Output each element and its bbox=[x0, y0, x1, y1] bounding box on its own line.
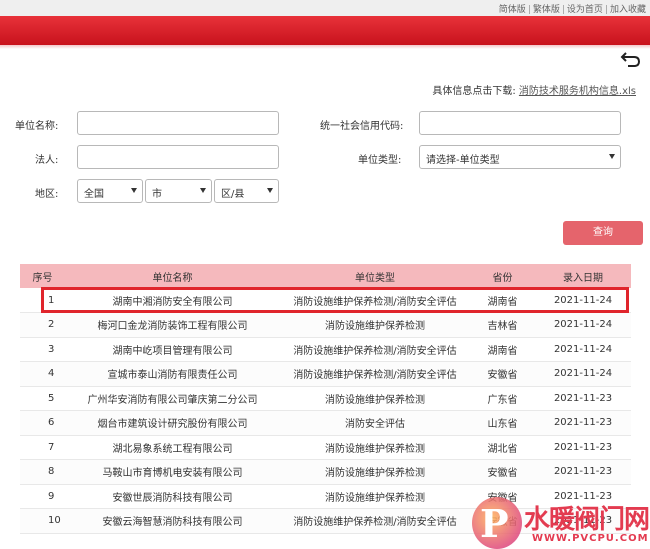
cell-date: 2021-11-24 bbox=[535, 361, 631, 387]
cell-unit-type: 消防设施维护保养检测 bbox=[280, 386, 470, 411]
header-province: 省份 bbox=[470, 264, 535, 288]
set-homepage-link[interactable]: 设为首页 bbox=[567, 5, 603, 15]
header-banner bbox=[0, 16, 650, 45]
header-date: 录入日期 bbox=[535, 264, 631, 288]
download-label: 具体信息点击下载: bbox=[432, 86, 516, 97]
table-row[interactable]: 5 广州华安消防有限公司肇庆第二分公司 消防设施维护保养检测 广东省 2021-11-2… bbox=[20, 386, 631, 411]
unit-type-select[interactable]: 请选择-单位类型 bbox=[419, 145, 621, 169]
chevron-down-icon bbox=[267, 188, 273, 193]
cell-unit-name: 宣城市泰山消防有限责任公司 bbox=[65, 361, 280, 387]
table-row[interactable]: 6 烟台市建筑设计研究股份有限公司 消防安全评估 山东省 2021-11-23 bbox=[20, 410, 631, 436]
cell-date: 2021-11-23 bbox=[535, 459, 631, 485]
table-row[interactable]: 2 梅河口金龙消防装饰工程有限公司 消防设施维护保养检测 吉林省 2021-11-24 bbox=[20, 312, 631, 338]
cell-unit-name: 湖南中屹项目管理有限公司 bbox=[65, 337, 280, 362]
unit-name-label: 单位名称: bbox=[15, 121, 59, 132]
cell-date: 2021-11-23 bbox=[535, 386, 631, 411]
cell-unit-type: 消防设施维护保养检测 bbox=[280, 459, 470, 485]
cell-unit-name: 马鞍山市育博机电安装有限公司 bbox=[65, 459, 280, 485]
cell-unit-name: 广州华安消防有限公司肇庆第二分公司 bbox=[65, 386, 280, 411]
header-unit-type: 单位类型 bbox=[280, 264, 470, 288]
cell-unit-name: 梅河口金龙消防装饰工程有限公司 bbox=[65, 312, 280, 338]
add-favorite-link[interactable]: 加入收藏 bbox=[610, 5, 646, 15]
cell-unit-type: 消防设施维护保养检测/消防安全评估 bbox=[280, 361, 470, 387]
header-shadow bbox=[0, 45, 650, 49]
region-district-select[interactable]: 区/县 bbox=[214, 179, 279, 203]
unit-type-value: 请选择-单位类型 bbox=[426, 155, 500, 166]
region-city-select[interactable]: 市 bbox=[145, 179, 212, 203]
watermark-url: WWW.PVCPU.COM bbox=[532, 533, 649, 544]
traditional-link[interactable]: 繁体版 bbox=[533, 5, 560, 15]
cell-seq: 7 bbox=[20, 435, 65, 460]
cell-unit-type: 消防设施维护保养检测 bbox=[280, 435, 470, 460]
query-button[interactable]: 查询 bbox=[563, 221, 643, 245]
cell-province: 吉林省 bbox=[470, 312, 535, 338]
table-row[interactable]: 8 马鞍山市育博机电安装有限公司 消防设施维护保养检测 安徽省 2021-11-23 bbox=[20, 459, 631, 485]
cell-seq: 5 bbox=[20, 386, 65, 411]
cell-unit-type: 消防设施维护保养检测 bbox=[280, 312, 470, 338]
cell-date: 2021-11-24 bbox=[535, 337, 631, 362]
top-links: 简体版 | 繁体版 | 设为首页 | 加入收藏 bbox=[498, 5, 646, 15]
region-country-select[interactable]: 全国 bbox=[77, 179, 143, 203]
region-city-value: 市 bbox=[152, 189, 162, 200]
top-bar: 简体版 | 繁体版 | 设为首页 | 加入收藏 bbox=[0, 0, 650, 16]
simplified-link[interactable]: 简体版 bbox=[499, 5, 526, 15]
cell-seq: 9 bbox=[20, 484, 65, 509]
header-seq: 序号 bbox=[20, 264, 65, 288]
table-row[interactable]: 3 湖南中屹项目管理有限公司 消防设施维护保养检测/消防安全评估 湖南省 2021-11… bbox=[20, 337, 631, 362]
cell-date: 2021-11-24 bbox=[535, 312, 631, 338]
chevron-down-icon bbox=[131, 188, 137, 193]
cell-province: 安徽省 bbox=[470, 459, 535, 485]
cell-unit-name: 安徽云海智慧消防科技有限公司 bbox=[65, 508, 280, 534]
cell-unit-name: 烟台市建筑设计研究股份有限公司 bbox=[65, 410, 280, 436]
cell-province: 安徽省 bbox=[470, 361, 535, 387]
table-row[interactable]: 4 宣城市泰山消防有限责任公司 消防设施维护保养检测/消防安全评估 安徽省 2021-1… bbox=[20, 361, 631, 387]
cell-province: 湖南省 bbox=[470, 337, 535, 362]
region-label: 地区: bbox=[35, 189, 59, 200]
back-arrow-icon[interactable] bbox=[620, 50, 642, 68]
watermark-logo-letter: P bbox=[480, 501, 509, 546]
chevron-down-icon bbox=[609, 154, 615, 159]
cell-seq: 2 bbox=[20, 312, 65, 338]
cell-unit-name: 安徽世辰消防科技有限公司 bbox=[65, 484, 280, 509]
unit-type-label: 单位类型: bbox=[358, 155, 402, 166]
highlight-box bbox=[41, 287, 629, 313]
legal-person-label: 法人: bbox=[35, 155, 59, 166]
cell-seq: 4 bbox=[20, 361, 65, 387]
cell-unit-name: 湖北易象系统工程有限公司 bbox=[65, 435, 280, 460]
cell-seq: 10 bbox=[20, 508, 65, 534]
watermark: P 水暖阀门网 WWW.PVCPU.COM bbox=[440, 497, 650, 549]
cell-seq: 6 bbox=[20, 410, 65, 436]
cell-unit-type: 消防设施维护保养检测/消防安全评估 bbox=[280, 337, 470, 362]
table-row[interactable]: 7 湖北易象系统工程有限公司 消防设施维护保养检测 湖北省 2021-11-23 bbox=[20, 435, 631, 460]
cell-unit-type: 消防安全评估 bbox=[280, 410, 470, 436]
cell-date: 2021-11-23 bbox=[535, 435, 631, 460]
download-link[interactable]: 消防技术服务机构信息.xls bbox=[519, 86, 636, 97]
credit-code-label: 统一社会信用代码: bbox=[320, 121, 404, 132]
cell-province: 广东省 bbox=[470, 386, 535, 411]
header-unit-name: 单位名称 bbox=[65, 264, 280, 288]
cell-seq: 3 bbox=[20, 337, 65, 362]
unit-name-input[interactable] bbox=[77, 111, 279, 135]
cell-province: 山东省 bbox=[470, 410, 535, 436]
cell-date: 2021-11-23 bbox=[535, 410, 631, 436]
credit-code-input[interactable] bbox=[419, 111, 621, 135]
legal-person-input[interactable] bbox=[77, 145, 279, 169]
cell-seq: 8 bbox=[20, 459, 65, 485]
watermark-text: 水暖阀门网 bbox=[524, 505, 650, 535]
chevron-down-icon bbox=[200, 188, 206, 193]
download-info: 具体信息点击下载: 消防技术服务机构信息.xls bbox=[432, 82, 636, 97]
cell-province: 湖北省 bbox=[470, 435, 535, 460]
table-header-row: 序号 单位名称 单位类型 省份 录入日期 bbox=[20, 264, 631, 288]
region-country-value: 全国 bbox=[84, 189, 104, 200]
region-district-value: 区/县 bbox=[221, 189, 245, 200]
